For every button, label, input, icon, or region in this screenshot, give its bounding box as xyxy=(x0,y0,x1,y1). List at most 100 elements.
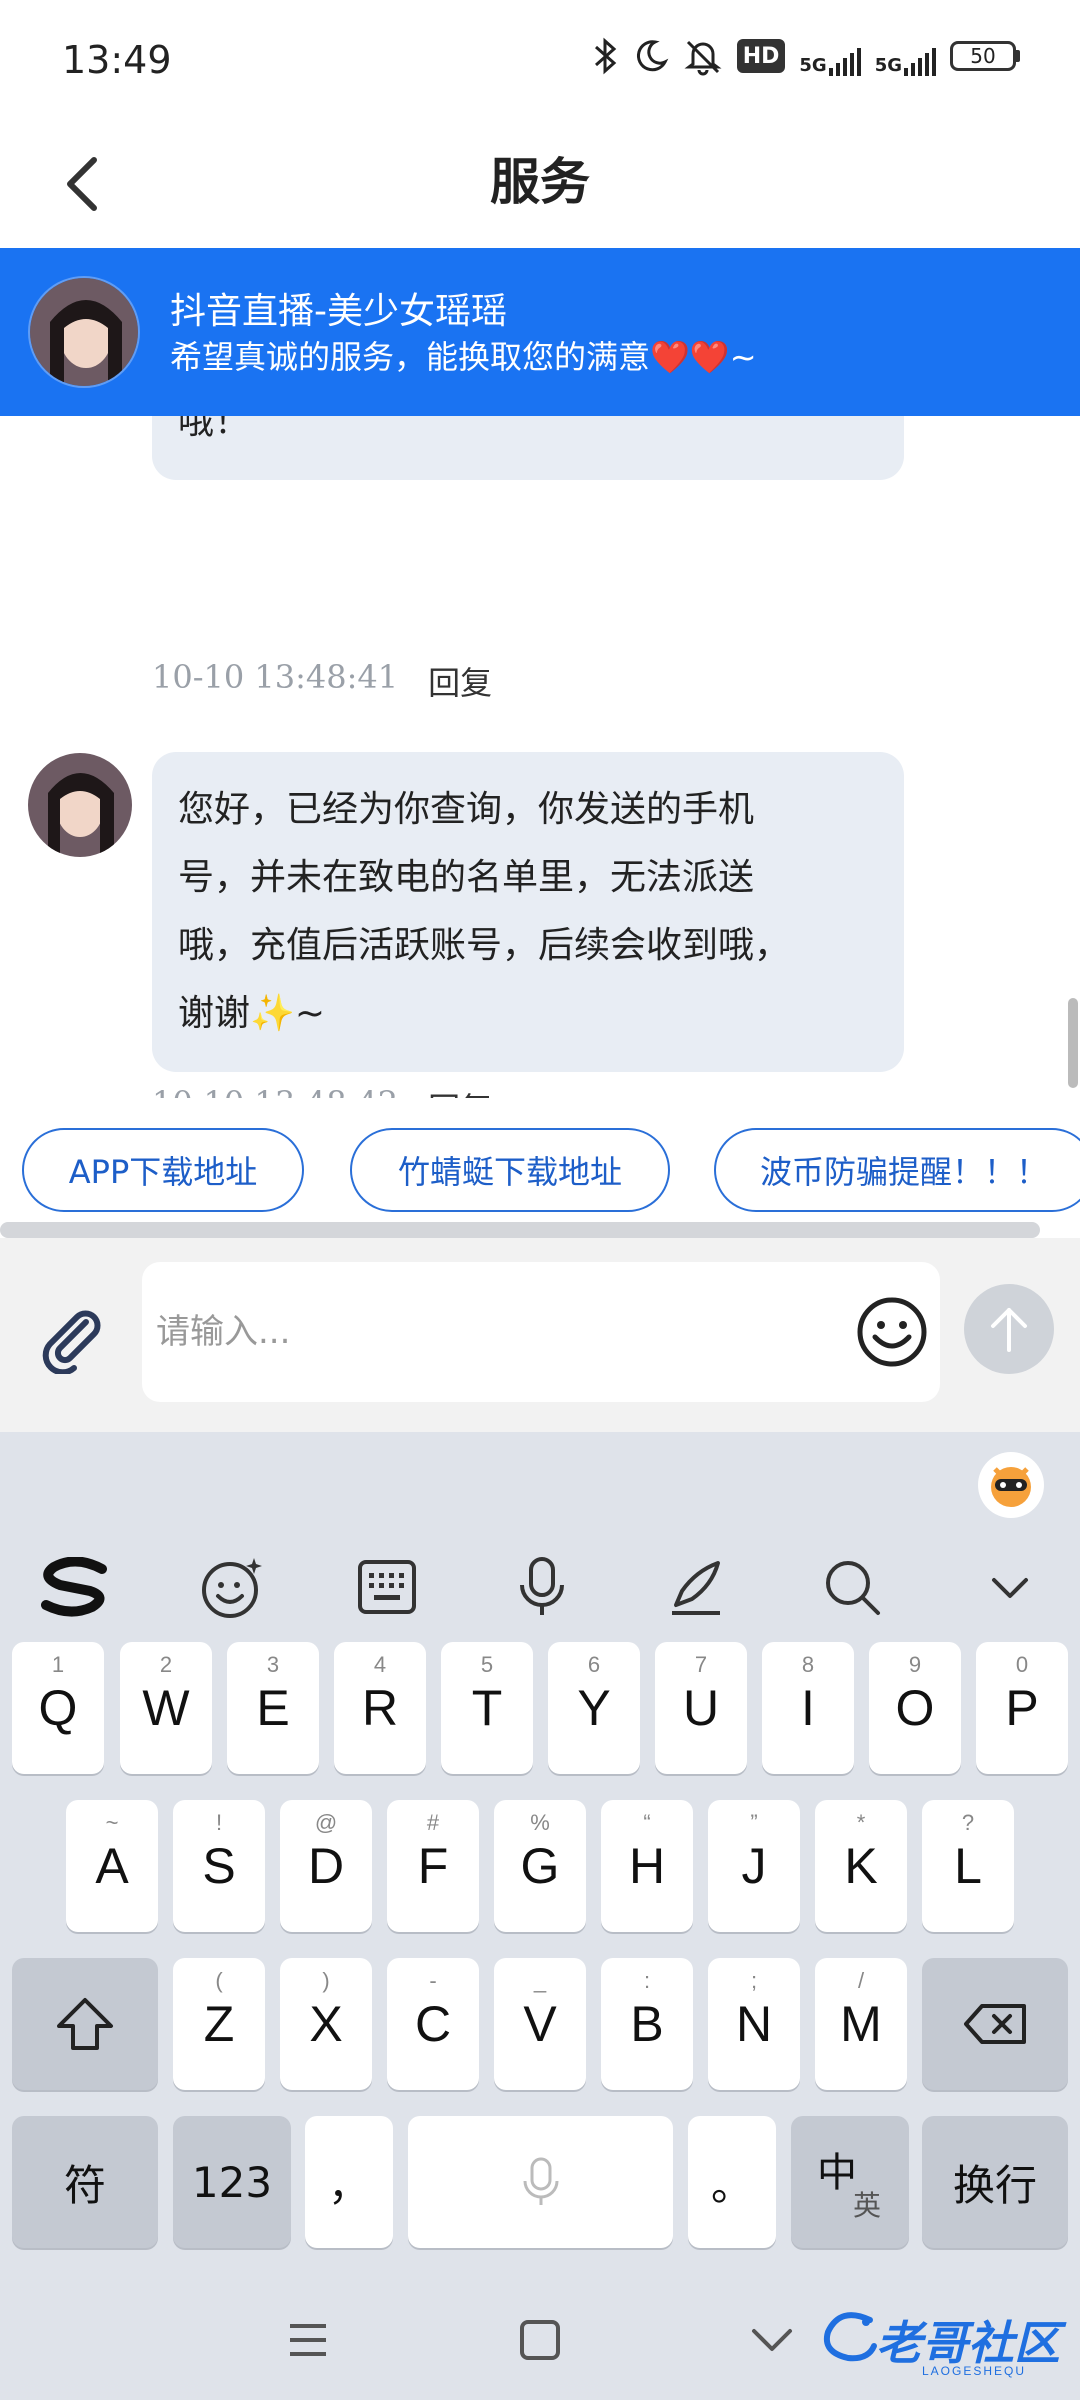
key-sub: 0 xyxy=(1015,1652,1029,1677)
message-input[interactable] xyxy=(156,1297,836,1367)
home-nav-button[interactable] xyxy=(500,2310,580,2370)
key-j[interactable]: ” J xyxy=(708,1800,800,1932)
quick-reply-dragonfly-download[interactable]: 竹蜻蜓下载地址 xyxy=(350,1128,670,1212)
shift-key[interactable] xyxy=(12,1958,158,2090)
key-v[interactable]: _ V xyxy=(494,1958,586,2090)
key-a[interactable]: ~ A xyxy=(66,1800,158,1932)
key-b[interactable]: :B xyxy=(601,1958,693,2090)
message-input-box[interactable] xyxy=(142,1262,940,1402)
key-x[interactable]: ) X xyxy=(280,1958,372,2090)
menu-nav-button[interactable] xyxy=(268,2310,348,2370)
agent-banner: 抖音直播-美少女瑶瑶 希望真诚的服务，能换取您的满意❤️❤️~ xyxy=(0,248,1080,416)
mascot-icon xyxy=(991,1467,1031,1507)
quick-reply-anti-fraud[interactable]: 波币防骗提醒！！！ xyxy=(714,1128,1080,1212)
key-sub: % xyxy=(530,1810,550,1835)
attach-button[interactable] xyxy=(30,1298,110,1378)
shift-arrow-icon xyxy=(57,1998,113,2050)
key-label: 符 xyxy=(63,2160,106,2210)
quick-reply-row[interactable]: APP下载地址 竹蜻蜓下载地址 波币防骗提醒！！！ xyxy=(0,1098,1080,1238)
microphone-icon xyxy=(523,2157,558,2205)
key-sub: ~ xyxy=(105,1810,119,1835)
key-t[interactable]: 5T xyxy=(441,1642,533,1774)
key-h[interactable]: “H xyxy=(601,1800,693,1932)
key-s[interactable]: ! S xyxy=(173,1800,265,1932)
backspace-key[interactable] xyxy=(922,1958,1068,2090)
key-r[interactable]: 4R xyxy=(334,1642,426,1774)
key-d[interactable]: @ D xyxy=(280,1800,372,1932)
key-l[interactable]: ? L xyxy=(922,1800,1014,1932)
search-button[interactable] xyxy=(812,1552,892,1622)
key-sub: ; xyxy=(750,1968,758,1993)
key-q[interactable]: 1Q xyxy=(12,1642,104,1774)
key-sub: @ xyxy=(314,1810,338,1835)
key-o[interactable]: 9O xyxy=(869,1642,961,1774)
language-switch-key[interactable]: 中 英 xyxy=(791,2116,909,2248)
key-label: I xyxy=(801,1680,815,1736)
signal-2-icon: 5G xyxy=(875,36,936,76)
reply-link[interactable]: 回复 xyxy=(428,1084,492,1098)
reply-link[interactable]: 回复 xyxy=(428,658,492,704)
key-sub: 9 xyxy=(908,1652,922,1677)
key-e[interactable]: 3E xyxy=(227,1642,319,1774)
comma-key[interactable]: ， xyxy=(305,2116,393,2248)
input-method-logo-button[interactable] xyxy=(36,1552,116,1622)
microphone-icon xyxy=(520,1557,564,1615)
enter-key[interactable]: 换行 xyxy=(922,2116,1068,2248)
keyboard-mascot-button[interactable] xyxy=(978,1452,1044,1518)
key-sub: ) xyxy=(322,1968,330,1993)
status-icons: HD 5G 5G 50 xyxy=(593,36,1020,76)
period-key[interactable]: 。 xyxy=(688,2116,776,2248)
quick-reply-app-download[interactable]: APP下载地址 xyxy=(22,1128,304,1212)
quick-reply-scrollbar[interactable] xyxy=(0,1222,1040,1238)
key-sub: 7 xyxy=(694,1652,708,1677)
key-m[interactable]: / M xyxy=(815,1958,907,2090)
status-time: 13:49 xyxy=(62,38,172,82)
watermark-subtext: LAOGESHEQU xyxy=(921,2364,1026,2378)
message-time: 10-10 13:48:41 xyxy=(152,658,399,696)
arrow-up-icon xyxy=(991,1308,1027,1352)
key-u[interactable]: 7U xyxy=(655,1642,747,1774)
emoji-button[interactable] xyxy=(852,1292,932,1372)
net-type-2: 5G xyxy=(874,55,902,76)
key-i[interactable]: 8I xyxy=(762,1642,854,1774)
collapse-keyboard-button[interactable] xyxy=(970,1552,1050,1622)
key-label: 。 xyxy=(710,2160,753,2210)
back-nav-button[interactable] xyxy=(732,2310,812,2370)
key-label: C xyxy=(414,1996,452,2052)
key-g[interactable]: % G xyxy=(494,1800,586,1932)
key-label: 123 xyxy=(191,2157,273,2207)
key-sub: 2 xyxy=(159,1652,173,1677)
key-y[interactable]: 6Y xyxy=(548,1642,640,1774)
handwriting-button[interactable] xyxy=(656,1552,736,1622)
key-sub: ? xyxy=(961,1810,975,1835)
number-key[interactable]: 123 xyxy=(173,2116,291,2248)
key-c[interactable]: -C xyxy=(387,1958,479,2090)
symbol-key[interactable]: 符 xyxy=(12,2116,158,2248)
dragon-logo-icon xyxy=(824,2312,877,2362)
key-sub-label: 英 xyxy=(853,2189,882,2222)
key-z[interactable]: (Z xyxy=(173,1958,265,2090)
sogou-logo-icon xyxy=(41,1557,107,1617)
page-title: 服务 xyxy=(490,153,590,211)
key-n[interactable]: ; N xyxy=(708,1958,800,2090)
voice-input-button[interactable] xyxy=(502,1552,582,1622)
key-f[interactable]: # F xyxy=(387,1800,479,1932)
app-bar: 服务 xyxy=(0,120,1080,248)
message-text: 您好，已经为你查询，你发送的手机 号，并未在致电的名单里，无法派送 哦，充值后活… xyxy=(178,789,791,1034)
scrollbar[interactable] xyxy=(1068,998,1078,1088)
space-key[interactable] xyxy=(408,2116,673,2248)
keyboard-switch-button[interactable] xyxy=(347,1552,427,1622)
key-p[interactable]: 0P xyxy=(976,1642,1068,1774)
hd-voice-badge: HD xyxy=(736,39,786,73)
smiley-icon xyxy=(857,1297,927,1367)
key-label: M xyxy=(840,1996,882,2052)
key-label: B xyxy=(630,1996,664,2052)
key-k[interactable]: * K xyxy=(815,1800,907,1932)
send-button[interactable] xyxy=(964,1284,1054,1374)
key-w[interactable]: 2W xyxy=(120,1642,212,1774)
emoji-keyboard-button[interactable] xyxy=(193,1552,273,1622)
key-sub: / xyxy=(857,1968,865,1993)
key-sub: 1 xyxy=(51,1652,65,1677)
backspace-icon xyxy=(964,2004,1026,2044)
key-label: W xyxy=(142,1680,190,1736)
